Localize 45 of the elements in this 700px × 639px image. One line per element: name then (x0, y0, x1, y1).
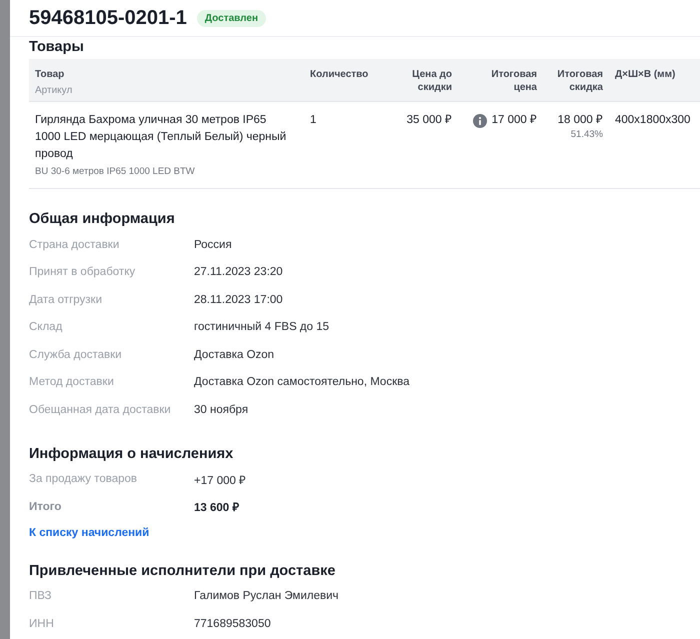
field-value: Россия (194, 238, 232, 251)
field-label: Служба доставки (29, 348, 123, 361)
dimensions-cell-text: 400x1800x300 (615, 113, 692, 128)
status-badge: Доставлен (196, 10, 266, 26)
section-title: Привлеченные исполнители при доставке (29, 562, 336, 578)
field-label: Принят в обработку (29, 266, 136, 278)
section-title: Общая информация (29, 211, 175, 227)
field-value: 771689583050 (194, 618, 271, 630)
column-header: Итоговая скидка (556, 68, 603, 94)
field-label: Склад (29, 321, 64, 334)
field-value: +17 000 ₽ (194, 474, 246, 487)
field-label: Страна доставки (29, 238, 120, 251)
column-header: Д×Ш×В (мм) (615, 68, 676, 81)
column-header: Цена до скидки (411, 68, 452, 94)
field-value: 27.11.2023 23:20 (194, 266, 283, 278)
discount-percent: 51.43% (570, 129, 603, 141)
order-title: 59468105-0201-1 (29, 6, 187, 30)
field-value: Галимов Руслан Эмилевич (194, 590, 339, 602)
field-value: 13 600 ₽ (194, 501, 240, 514)
field-label: Метод доставки (29, 376, 115, 388)
section-title: Товары (29, 39, 84, 55)
column-header: Количество (310, 68, 368, 81)
field-value: 28.11.2023 17:00 (194, 294, 283, 306)
section-title: Информация о начислениях (29, 446, 234, 462)
column-header: Товар (35, 68, 64, 81)
column-subheader: Артикул (35, 84, 74, 97)
field-value: гостиничный 4 FBS до 15 (194, 321, 330, 334)
column-header: Итоговая цена (490, 68, 537, 94)
field-value: Доставка Ozon (194, 348, 274, 361)
price-cell-text: 35 000 ₽ (406, 113, 452, 128)
field-value: Доставка Ozon самостоятельно, Москва (194, 376, 410, 388)
info-icon[interactable] (472, 114, 487, 128)
field-label: Итого (29, 500, 62, 513)
field-label: ПВЗ (29, 590, 53, 602)
field-label: ИНН (29, 618, 55, 630)
accruals-list-link[interactable]: К списку начислений (29, 526, 150, 538)
product-article: BU 30-6 метров IP65 1000 LED BTW (35, 165, 196, 179)
field-label: За продажу товаров (29, 473, 138, 486)
product-name: Гирлянда Бахрома уличная 30 метров IP65 1000 LED мерцающая (Теплый Белый) черный провод (35, 113, 288, 162)
field-label: Дата отгрузки (29, 294, 104, 306)
discount-cell-text: 18 000 ₽ (558, 113, 603, 128)
quantity-cell-text: 1 (310, 113, 318, 128)
final-price-cell-text: 17 000 ₽ (492, 113, 537, 128)
field-label: Обещанная дата доставки (29, 404, 172, 416)
field-value: 30 ноября (194, 404, 248, 416)
